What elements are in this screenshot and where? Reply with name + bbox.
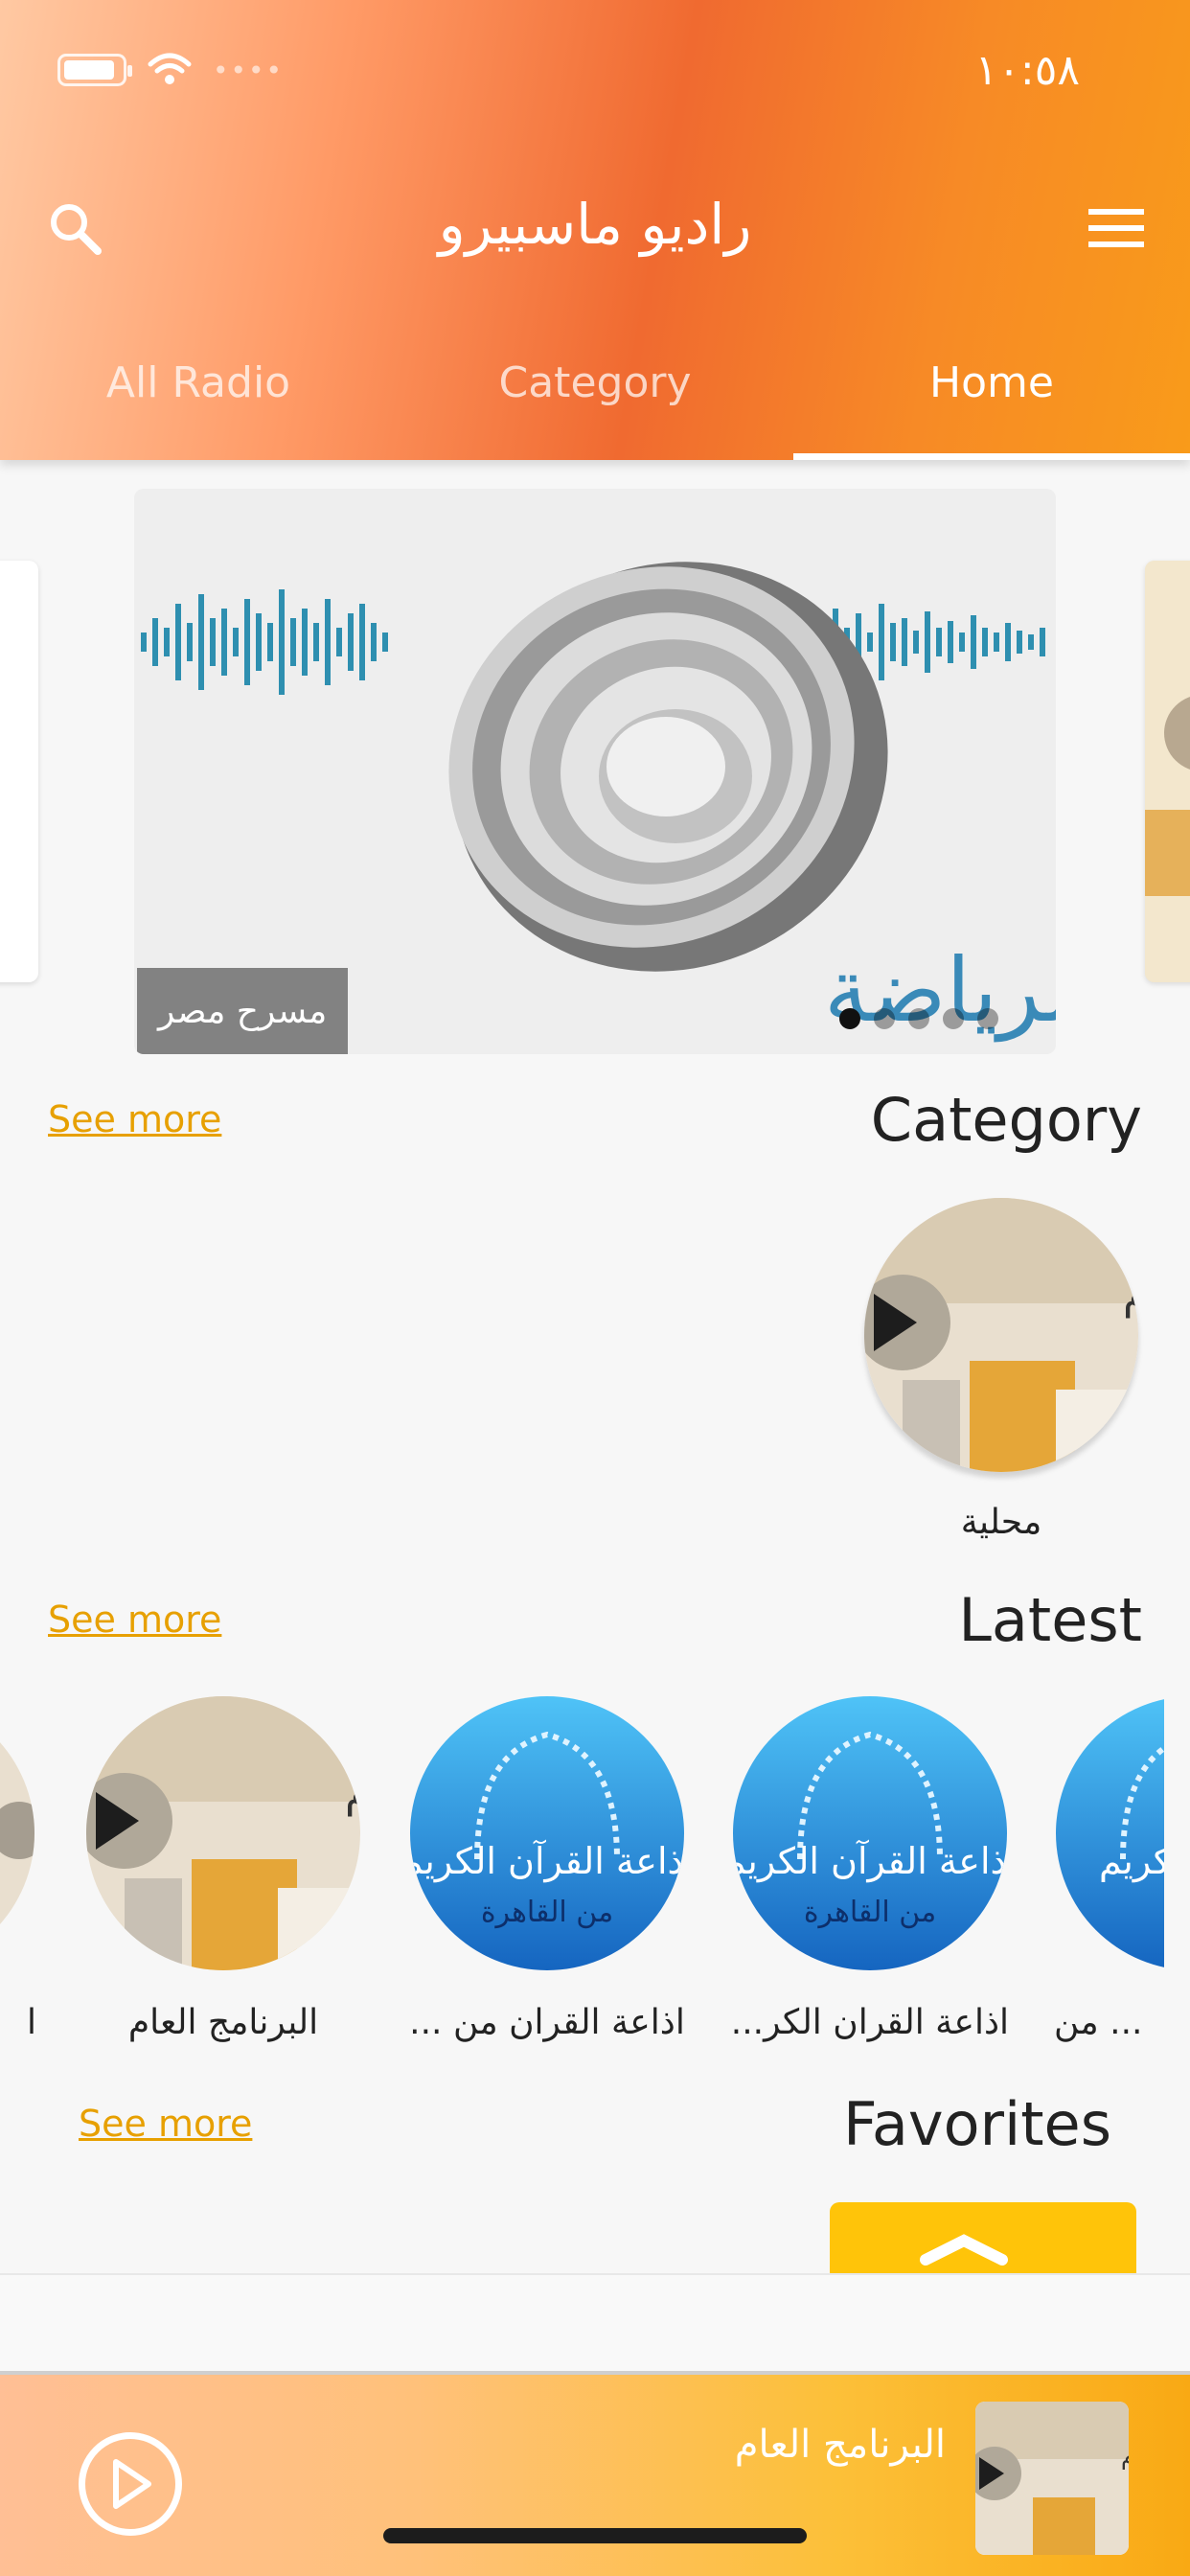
player-spacer — [0, 2275, 1190, 2376]
carousel-dot[interactable] — [943, 1008, 964, 1029]
wifi-icon — [148, 53, 192, 84]
svg-text:برنامج العام: برنامج العام — [345, 1768, 360, 1817]
category-thumbnail: برنامج العام — [864, 1198, 1138, 1472]
carousel-dot[interactable] — [874, 1008, 895, 1029]
svg-text:الكريم: الكريم — [1099, 1840, 1164, 1883]
home-indicator[interactable] — [383, 2528, 807, 2543]
latest-item-label: البرنامج العام — [127, 2003, 319, 2042]
carousel-dots — [839, 1008, 998, 1029]
latest-item[interactable]: ا — [0, 1696, 36, 2042]
latest-item-thumbnail: إذاعة القرآن الكريم من القاهرة — [410, 1696, 684, 1970]
latest-list[interactable]: ا برنامج العام البرنامج العام — [0, 1696, 1164, 2060]
status-time: ١٠:٥٨ — [974, 46, 1080, 95]
tab-bar: All Radio Category Home — [0, 345, 1190, 460]
latest-item-label: اذاعة القران الكر... — [731, 2003, 1009, 2042]
favorites-section-title: Favorites — [842, 2089, 1111, 2159]
latest-item[interactable]: برنامج العام البرنامج العام — [84, 1696, 362, 2042]
play-button[interactable] — [79, 2432, 182, 2536]
app-header: •••• ١٠:٥٨ راديو ماسبيرو All Radio Categ… — [0, 0, 1190, 460]
latest-item[interactable]: إذاعة القرآن الكريم من القاهرة اذاعة الق… — [731, 1696, 1009, 2042]
category-see-more-link[interactable]: See more — [48, 1098, 221, 1140]
favorites-see-more-link[interactable]: See more — [79, 2103, 252, 2145]
latest-item-thumbnail: الكريم — [1056, 1696, 1164, 1970]
favorite-item-card[interactable] — [830, 2202, 1136, 2279]
status-icons: •••• — [57, 53, 284, 87]
menu-button[interactable] — [1080, 192, 1152, 264]
carousel-prev-card[interactable] — [0, 561, 38, 982]
tab-category[interactable]: Category — [397, 345, 793, 460]
carousel-dot[interactable] — [908, 1008, 929, 1029]
latest-section-title: Latest — [958, 1585, 1142, 1655]
latest-item[interactable]: الكريم ... من — [1054, 1696, 1164, 2042]
latest-see-more-link[interactable]: See more — [48, 1598, 221, 1641]
now-playing-thumbnail[interactable]: برنامج العام — [975, 2402, 1129, 2555]
mini-player[interactable]: البرنامج العام برنامج العام — [0, 2375, 1190, 2576]
carousel-dot[interactable] — [977, 1008, 998, 1029]
carousel-main-card[interactable]: الشباب والرياضة مسرح مصر — [134, 489, 1056, 1054]
play-arrow-icon — [920, 2234, 1008, 2266]
svg-text:إذاعة القرآن الكريم: إذاعة القرآن الكريم — [733, 1839, 1007, 1883]
latest-item-label: ... من — [1054, 2003, 1143, 2042]
app-title: راديو ماسبيرو — [438, 192, 752, 257]
latest-item-label: اذاعة القران من ... — [409, 2003, 685, 2042]
latest-item-thumbnail — [0, 1696, 34, 1970]
battery-icon — [57, 54, 132, 86]
latest-item-thumbnail: برنامج العام — [86, 1696, 360, 1970]
category-item[interactable]: برنامج العام محلية — [860, 1198, 1142, 1542]
svg-text:إذاعة القرآن الكريم: إذاعة القرآن الكريم — [410, 1839, 684, 1883]
now-playing-title: البرنامج العام — [734, 2423, 946, 2467]
svg-text:برنامج العام: برنامج العام — [1123, 1270, 1138, 1319]
next-card-art — [1145, 561, 1190, 982]
svg-text:من القاهرة: من القاهرة — [481, 1896, 613, 1929]
carousel-next-card[interactable] — [1145, 561, 1190, 982]
signal-icon: •••• — [213, 54, 285, 86]
category-section-title: Category — [870, 1085, 1142, 1155]
featured-carousel[interactable]: الشباب والرياضة مسرح مصر — [0, 489, 1190, 1054]
latest-item[interactable]: إذاعة القرآن الكريم من القاهرة اذاعة الق… — [408, 1696, 686, 2042]
program-art: برنامج العام — [864, 1198, 1138, 1472]
slide-caption: مسرح مصر — [137, 968, 349, 1054]
tab-home[interactable]: Home — [793, 345, 1190, 460]
svg-text:برنامج العام: برنامج العام — [1121, 2443, 1129, 2470]
svg-text:من القاهرة: من القاهرة — [804, 1896, 936, 1929]
category-item-label: محلية — [960, 1503, 1042, 1542]
play-icon — [113, 2459, 151, 2509]
carousel-dot[interactable] — [839, 1008, 860, 1029]
hamburger-menu-icon — [1087, 208, 1144, 247]
latest-item-label: ا — [26, 2003, 36, 2042]
latest-item-thumbnail: إذاعة القرآن الكريم من القاهرة — [733, 1696, 1007, 1970]
app-screen: •••• ١٠:٥٨ راديو ماسبيرو All Radio Categ… — [0, 0, 1190, 2576]
tab-all-radio[interactable]: All Radio — [0, 345, 397, 460]
